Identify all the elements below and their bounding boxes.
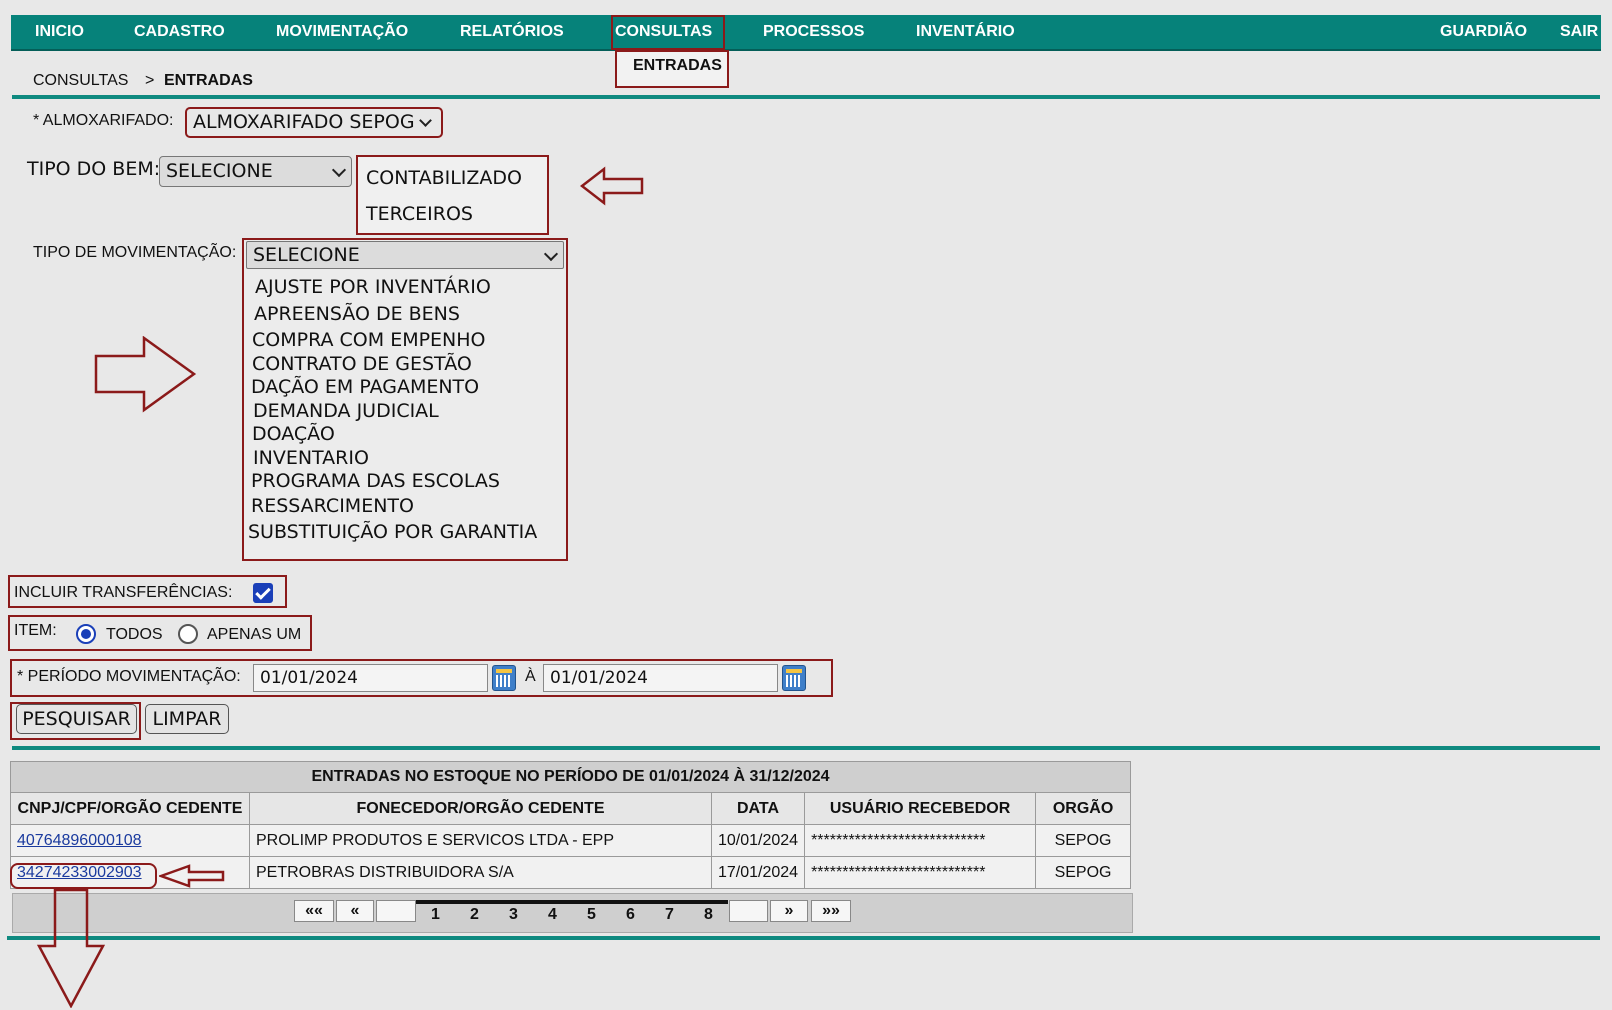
submenu-item-entradas[interactable]: ENTRADAS — [633, 57, 722, 75]
tipo-movimentacao-dropdown: SELECIONE AJUSTE POR INVENTÁRIO APREENSÃ… — [242, 238, 568, 561]
calendar-icon[interactable] — [492, 665, 516, 691]
chevron-down-icon — [331, 162, 347, 178]
breadcrumb-current: ENTRADAS — [164, 72, 253, 89]
top-nav-bar: INICIO CADASTRO MOVIMENTAÇÃO RELATÓRIOS … — [11, 15, 1601, 51]
page-last-button[interactable]: »» — [811, 900, 851, 922]
column-header: FONECEDOR/ORGÃO CEDENTE — [249, 792, 712, 825]
annotation-box-cnpj — [10, 863, 157, 889]
movimentacao-option[interactable]: CONTRATO DE GESTÃO — [252, 353, 472, 375]
movimentacao-option[interactable]: APREENSÃO DE BENS — [254, 303, 460, 325]
page-number-button[interactable]: 1 — [416, 900, 455, 923]
page-blank — [729, 900, 768, 922]
tipo-bem-label: TIPO DO BEM: — [27, 158, 161, 180]
radio-todos[interactable] — [76, 624, 96, 644]
divider — [12, 95, 1600, 99]
movimentacao-option[interactable]: RESSARCIMENTO — [251, 495, 414, 517]
calendar-icon[interactable] — [782, 665, 806, 691]
breadcrumb-separator: > — [145, 72, 155, 89]
periodo-from-input[interactable]: 01/01/2024 — [253, 664, 488, 692]
page-number-button[interactable]: 7 — [650, 900, 689, 923]
limpar-button[interactable]: LIMPAR — [145, 704, 229, 734]
page-number-button[interactable]: 5 — [572, 900, 611, 923]
page-blank — [376, 900, 416, 922]
annotation-arrow-left-small-icon — [159, 864, 225, 888]
page-number-button[interactable]: 8 — [689, 900, 728, 923]
nav-movimentacao[interactable]: MOVIMENTAÇÃO — [276, 15, 408, 49]
movimentacao-option[interactable]: DAÇÃO EM PAGAMENTO — [251, 376, 479, 398]
periodo-separator: À — [525, 668, 536, 685]
annotation-arrow-left-icon — [580, 166, 644, 206]
tipo-bem-value: SELECIONE — [166, 160, 273, 182]
page-next-button[interactable]: » — [770, 900, 808, 922]
nav-sair[interactable]: SAIR — [1560, 15, 1598, 49]
table-row: 40764896000108 PROLIMP PRODUTOS E SERVIC… — [10, 824, 1131, 857]
annotation-arrow-right-icon — [94, 336, 197, 413]
table-cell: PETROBRAS DISTRIBUIDORA S/A — [249, 856, 712, 889]
column-header: USUÁRIO RECEBEDOR — [804, 792, 1037, 825]
incluir-transferencias-checkbox[interactable] — [253, 583, 273, 603]
page-number-button[interactable]: 6 — [611, 900, 650, 923]
page-number-button[interactable]: 2 — [455, 900, 494, 923]
movimentacao-option[interactable]: AJUSTE POR INVENTÁRIO — [255, 276, 491, 298]
table-cell: SEPOG — [1035, 824, 1131, 857]
nav-guardiao[interactable]: GUARDIÃO — [1440, 15, 1527, 49]
tipo-movimentacao-label: TIPO DE MOVIMENTAÇÃO: — [33, 244, 237, 261]
page-number-button[interactable]: 4 — [533, 900, 572, 923]
divider — [12, 746, 1600, 750]
cnpj-link[interactable]: 40764896000108 — [17, 832, 142, 849]
almoxarifado-select[interactable]: ALMOXARIFADO SEPOG — [193, 108, 432, 136]
column-header: DATA — [710, 792, 806, 825]
pesquisar-button[interactable]: PESQUISAR — [16, 704, 137, 734]
tipo-movimentacao-select[interactable]: SELECIONE — [246, 241, 564, 269]
column-header: CNPJ/CPF/ORGÃO CEDENTE — [10, 792, 250, 825]
tipo-bem-option[interactable]: CONTABILIZADO — [366, 167, 522, 189]
page-first-button[interactable]: «« — [294, 900, 334, 922]
breadcrumb-parent[interactable]: CONSULTAS — [33, 72, 128, 90]
table-cell: 10/01/2024 — [710, 824, 806, 857]
nav-processos[interactable]: PROCESSOS — [763, 15, 864, 49]
nav-inventario[interactable]: INVENTÁRIO — [916, 15, 1015, 49]
tipo-bem-select[interactable]: SELECIONE — [159, 156, 352, 187]
nav-inicio[interactable]: INICIO — [35, 15, 84, 49]
table-cell: **************************** — [804, 824, 1037, 857]
page-number-button[interactable]: 3 — [494, 900, 533, 923]
annotation-box-consultas — [611, 15, 725, 50]
nav-relatorios[interactable]: RELATÓRIOS — [460, 15, 564, 49]
movimentacao-option[interactable]: SUBSTITUIÇÃO POR GARANTIA — [248, 521, 537, 543]
nav-cadastro[interactable]: CADASTRO — [134, 15, 225, 49]
movimentacao-option[interactable]: INVENTARIO — [253, 447, 369, 469]
almoxarifado-label: * ALMOXARIFADO: — [33, 112, 174, 129]
movimentacao-option[interactable]: DOAÇÃO — [252, 423, 335, 445]
periodo-to-input[interactable]: 01/01/2024 — [543, 664, 778, 692]
results-caption: ENTRADAS NO ESTOQUE NO PERÍODO DE 01/01/… — [10, 761, 1131, 793]
annotation-arrow-down-icon — [36, 888, 106, 1008]
tipo-bem-options: CONTABILIZADO TERCEIROS — [356, 155, 549, 235]
table-cell: SEPOG — [1035, 856, 1131, 889]
movimentacao-option[interactable]: COMPRA COM EMPENHO — [252, 329, 486, 351]
incluir-transferencias-label: INCLUIR TRANSFERÊNCIAS: — [14, 584, 233, 601]
tipo-movimentacao-value: SELECIONE — [253, 244, 360, 266]
radio-apenas-um[interactable] — [178, 624, 198, 644]
consultas-submenu: ENTRADAS — [615, 50, 729, 88]
periodo-label: * PERÍODO MOVIMENTAÇÃO: — [17, 668, 241, 685]
item-label: ITEM: — [14, 622, 57, 639]
movimentacao-option[interactable]: PROGRAMA DAS ESCOLAS — [251, 470, 500, 492]
table-cell: 17/01/2024 — [710, 856, 806, 889]
table-cell: **************************** — [804, 856, 1037, 889]
tipo-bem-option[interactable]: TERCEIROS — [366, 203, 473, 225]
page-prev-button[interactable]: « — [336, 900, 374, 922]
divider — [7, 936, 1600, 940]
radio-todos-label: TODOS — [106, 626, 163, 643]
table-cell: PROLIMP PRODUTOS E SERVICOS LTDA - EPP — [249, 824, 712, 857]
column-header: ORGÃO — [1035, 792, 1131, 825]
movimentacao-option[interactable]: DEMANDA JUDICIAL — [253, 400, 439, 422]
radio-apenas-um-label: APENAS UM — [207, 626, 302, 643]
almoxarifado-value: ALMOXARIFADO SEPOG — [193, 111, 415, 133]
chevron-down-icon — [543, 246, 559, 262]
